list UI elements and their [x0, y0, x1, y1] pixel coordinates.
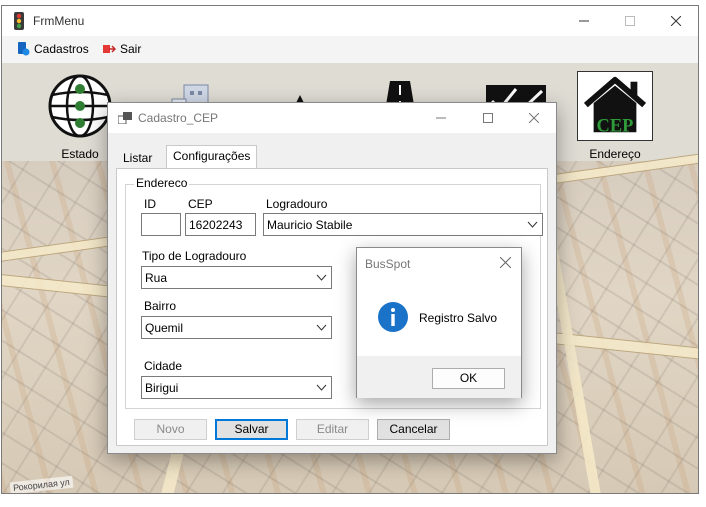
chevron-down-icon [316, 324, 327, 331]
chevron-down-icon [316, 274, 327, 281]
cep-maximize-button[interactable] [465, 103, 511, 133]
menu-cadastros[interactable]: Cadastros [12, 39, 93, 59]
cep-close-button[interactable] [511, 103, 557, 133]
chevron-down-icon [316, 384, 327, 391]
minimize-button[interactable] [561, 6, 607, 36]
chevron-down-icon [527, 221, 538, 228]
person-doc-icon [18, 42, 30, 56]
close-icon[interactable] [500, 257, 511, 268]
minimize-icon [436, 117, 446, 119]
message-box-dialog: BusSpot Registro Salvo OK [356, 247, 522, 398]
cep-window-title: Cadastro_CEP [138, 111, 219, 125]
maximize-button[interactable] [607, 6, 653, 36]
main-titlebar: FrmMenu [2, 6, 698, 36]
message-box-title: BusSpot [365, 257, 411, 271]
menu-sair-label: Sair [120, 42, 142, 56]
close-icon [671, 16, 681, 26]
cep-titlebar: Cadastro_CEP [108, 103, 556, 133]
groupbox-title: Endereco [134, 176, 190, 190]
message-box-footer: OK [357, 356, 521, 398]
tipo-logradouro-value: Rua [145, 271, 168, 285]
traffic-light-icon [14, 12, 24, 30]
maximize-icon [483, 113, 493, 123]
cidade-label: Cidade [144, 359, 183, 373]
menu-bar: Cadastros Sair [2, 36, 698, 63]
exit-icon [103, 45, 116, 53]
minimize-icon [579, 20, 589, 22]
info-icon [378, 302, 408, 332]
map-street-label: Рокорилая ул [9, 475, 74, 493]
tab-configuracoes[interactable]: Configurações [166, 145, 258, 169]
novo-button[interactable]: Novo [134, 419, 207, 440]
message-text: Registro Salvo [419, 311, 498, 325]
close-icon [529, 113, 539, 123]
logradouro-combo[interactable]: Mauricio Stabile [263, 213, 543, 236]
cep-badge-text: CEP [597, 115, 634, 135]
bairro-label: Bairro [144, 299, 177, 313]
maximize-icon [625, 16, 635, 26]
form-window-icon [118, 112, 132, 124]
tipo-logradouro-label: Tipo de Logradouro [142, 249, 247, 263]
bairro-value: Quemil [145, 321, 184, 335]
cancelar-button[interactable]: Cancelar [377, 419, 450, 440]
tile-endereco-label: Endereço [589, 147, 641, 161]
menu-cadastros-label: Cadastros [34, 42, 89, 56]
cidade-combo[interactable]: Birigui [141, 376, 332, 399]
tile-endereco[interactable]: CEP Endereço [573, 63, 657, 161]
salvar-button[interactable]: Salvar [215, 419, 288, 440]
cidade-value: Birigui [145, 381, 179, 395]
tab-listar[interactable]: Listar [116, 147, 159, 169]
cep-label: CEP [188, 197, 213, 211]
logradouro-value: Mauricio Stabile [267, 218, 353, 232]
menu-sair[interactable]: Sair [98, 39, 145, 59]
cep-field[interactable] [185, 213, 256, 236]
main-window-title: FrmMenu [33, 14, 85, 28]
cep-minimize-button[interactable] [418, 103, 464, 133]
editar-button[interactable]: Editar [296, 419, 369, 440]
bairro-combo[interactable]: Quemil [141, 316, 332, 339]
tipo-logradouro-combo[interactable]: Rua [141, 266, 332, 289]
ok-button[interactable]: OK [432, 368, 505, 389]
id-label: ID [144, 197, 156, 211]
logradouro-label: Logradouro [266, 197, 328, 211]
id-field[interactable] [141, 213, 181, 236]
close-button[interactable] [653, 6, 698, 36]
house-cep-icon: CEP [577, 71, 653, 141]
